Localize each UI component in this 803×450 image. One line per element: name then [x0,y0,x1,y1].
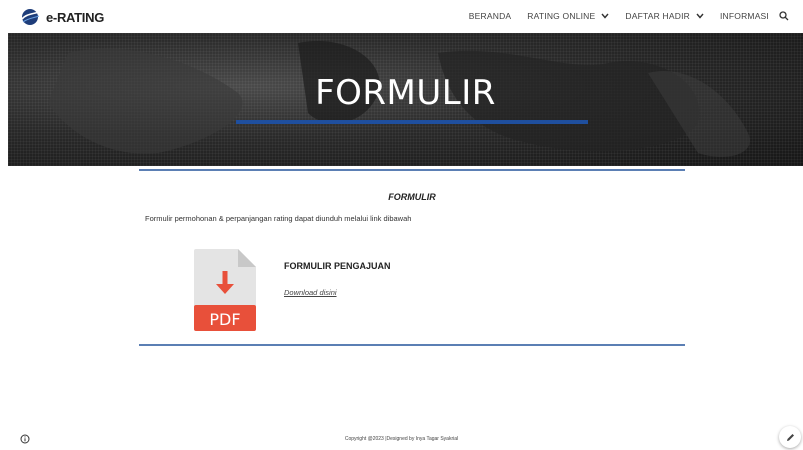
nav-item-rating-online[interactable]: RATING ONLINE [527,11,609,21]
intro-text: Formulir permohonan & perpanjangan ratin… [145,214,412,223]
nav-item-daftar-hadir[interactable]: DAFTAR HADIR [625,11,704,21]
title-underline [236,120,588,124]
edit-button[interactable] [779,426,801,448]
section-divider-bottom [139,344,685,346]
page-title: FORMULIR [315,73,496,113]
copyright-text: Copyright @2023 |Designed by Inya Tagar … [344,436,459,442]
top-navigation-bar: e-RATING BERANDA RATING ONLINE DAFTAR HA… [0,0,803,33]
nav-label: INFORMASI [719,11,769,21]
main-nav: BERANDA RATING ONLINE DAFTAR HADIR INFOR… [453,11,789,21]
nav-label: RATING ONLINE [527,11,596,21]
pdf-icon-label: PDF [209,310,240,329]
chevron-down-icon [696,13,704,19]
pdf-file-icon[interactable]: PDF [194,249,256,331]
hero-banner: FORMULIR [8,33,803,166]
pencil-icon [786,433,794,441]
nav-item-beranda[interactable]: BERANDA [469,11,512,21]
download-link[interactable]: Download disini [284,288,337,297]
chevron-down-icon [601,13,609,19]
form-title: FORMULIR PENGAJUAN [284,261,391,271]
nav-label: DAFTAR HADIR [625,11,690,21]
e-rating-logo-icon[interactable] [20,8,40,26]
brand-name[interactable]: e-RATING [46,10,104,25]
section-divider-top [139,169,685,171]
section-title: FORMULIR [388,192,436,202]
nav-item-informasi[interactable]: INFORMASI [720,11,769,21]
search-icon[interactable] [779,11,789,21]
nav-label: BERANDA [468,11,512,21]
